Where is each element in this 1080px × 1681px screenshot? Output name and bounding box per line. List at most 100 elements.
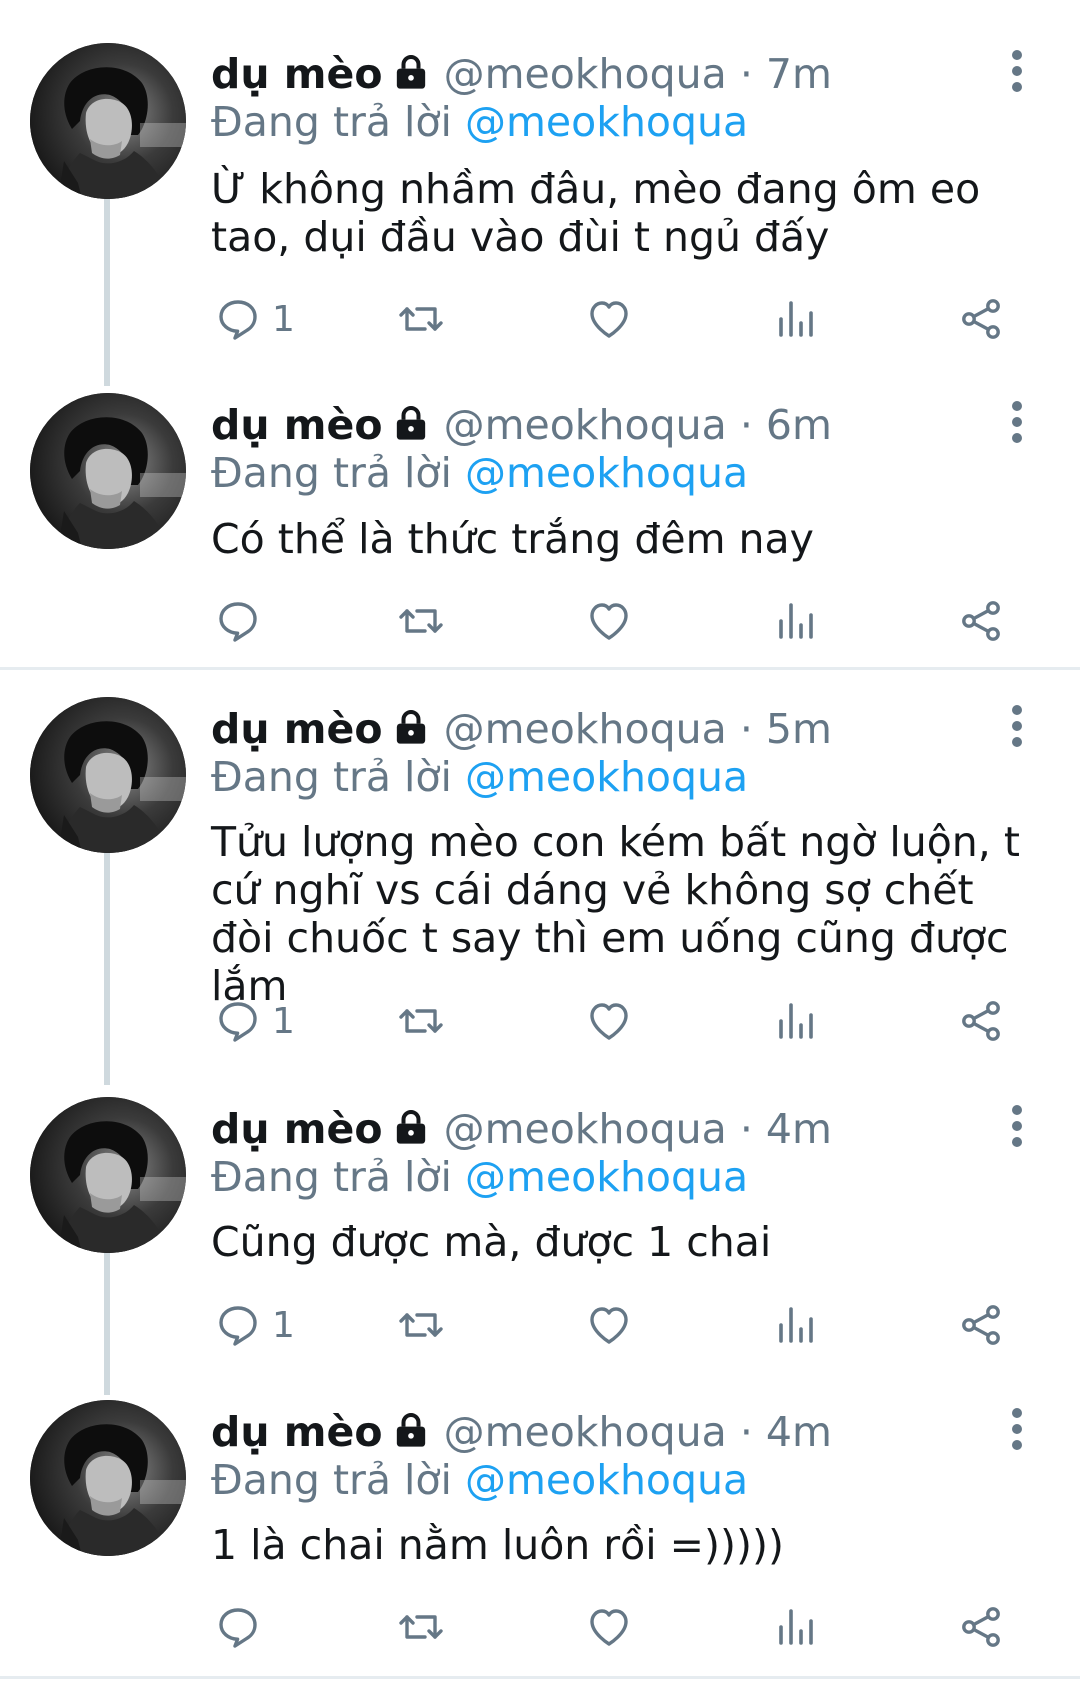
reply-button[interactable]: 1 [214,1297,295,1353]
analytics-icon [779,1307,813,1343]
like-button[interactable] [585,593,633,649]
avatar-image [30,1097,186,1253]
share-button[interactable] [957,1297,1005,1353]
reply-icon [219,1608,257,1648]
thread-line [104,853,110,1085]
analytics-button[interactable] [771,993,819,1049]
thread-line [104,196,110,386]
tweet-header: dụ mèo @meokhoqua · 4m [211,1105,832,1153]
share-button[interactable] [957,593,1005,649]
more-vertical-icon[interactable] [1005,401,1029,449]
retweet-icon [399,1615,443,1639]
timestamp[interactable]: 5m [766,705,832,753]
timestamp[interactable]: 4m [766,1408,832,1456]
avatar[interactable] [30,43,186,199]
tweet-header: dụ mèo @meokhoqua · 6m [211,401,832,449]
replying-to: Đang trả lời @meokhoqua [211,98,748,146]
thread-line [104,1253,110,1395]
reply-icon [219,1002,257,1042]
tweet-text: 1 là chai nằm luôn rồi =))))) [211,1521,784,1569]
user-handle[interactable]: @meokhoqua [444,50,727,98]
mention-link[interactable]: @meokhoqua [465,1456,748,1504]
mention-link[interactable]: @meokhoqua [465,449,748,497]
reply-button[interactable] [214,593,272,649]
display-name[interactable]: dụ mèo [211,1105,383,1153]
tweet-header: dụ mèo @meokhoqua · 4m [211,1408,832,1456]
more-vertical-icon[interactable] [1005,1408,1029,1456]
analytics-button[interactable] [771,291,819,347]
mention-link[interactable]: @meokhoqua [465,753,748,801]
replying-to-label: Đang trả lời [211,753,452,801]
user-handle[interactable]: @meokhoqua [444,1105,727,1153]
user-handle[interactable]: @meokhoqua [444,1408,727,1456]
avatar[interactable] [30,1400,186,1556]
like-button[interactable] [585,1599,633,1655]
retweet-button[interactable] [397,593,445,649]
retweet-icon [399,1009,443,1033]
lock-icon [396,55,425,89]
analytics-icon [779,1003,813,1039]
heart-icon [590,1307,628,1344]
more-vertical-icon[interactable] [1005,50,1029,98]
separator-dot: · [739,50,753,98]
share-button[interactable] [957,291,1005,347]
display-name[interactable]: dụ mèo [211,401,383,449]
user-handle[interactable]: @meokhoqua [444,705,727,753]
analytics-button[interactable] [771,1599,819,1655]
avatar[interactable] [30,393,186,549]
avatar[interactable] [30,697,186,853]
replying-to-label: Đang trả lời [211,1153,452,1201]
lock-icon [396,1110,425,1144]
share-icon [962,1607,1000,1647]
share-button[interactable] [957,993,1005,1049]
heart-icon [590,1609,628,1646]
reply-button[interactable]: 1 [214,993,295,1049]
lock-icon [396,710,425,744]
tweet-header: dụ mèo @meokhoqua · 5m [211,705,832,753]
lock-icon [391,403,431,443]
retweet-icon [399,1313,443,1337]
separator-dot: · [739,1105,753,1153]
lock-icon [391,707,431,747]
retweet-button[interactable] [397,993,445,1049]
retweet-button[interactable] [397,291,445,347]
tweet-text: Ừ không nhầm đâu, mèo đang ôm eo tao, dụ… [211,165,981,261]
timestamp[interactable]: 7m [766,50,832,98]
separator-dot: · [739,1408,753,1456]
mention-link[interactable]: @meokhoqua [465,98,748,146]
display-name[interactable]: dụ mèo [211,705,383,753]
analytics-icon [779,301,813,337]
reply-button[interactable] [214,1599,272,1655]
mention-link[interactable]: @meokhoqua [465,1153,748,1201]
retweet-button[interactable] [397,1599,445,1655]
reply-button[interactable]: 1 [214,291,295,347]
replying-to: Đang trả lời @meokhoqua [211,1153,748,1201]
like-button[interactable] [585,993,633,1049]
separator-dot: · [739,401,753,449]
more-vertical-icon[interactable] [1005,1105,1029,1153]
retweet-button[interactable] [397,1297,445,1353]
timestamp[interactable]: 4m [766,1105,832,1153]
tweet-text: Tửu lượng mèo con kém bất ngờ luộn, t cứ… [211,818,1020,1010]
share-button[interactable] [957,1599,1005,1655]
reply-icon [219,602,257,642]
display-name[interactable]: dụ mèo [211,50,383,98]
user-handle[interactable]: @meokhoqua [444,401,727,449]
share-icon [962,1305,1000,1345]
display-name[interactable]: dụ mèo [211,1408,383,1456]
more-vertical-icon[interactable] [1005,705,1029,753]
tweet-text: Có thể là thức trắng đêm nay [211,515,814,563]
replying-to-label: Đang trả lời [211,98,452,146]
analytics-button[interactable] [771,593,819,649]
replying-to-label: Đang trả lời [211,1456,452,1504]
analytics-button[interactable] [771,1297,819,1353]
reply-count: 1 [272,1000,295,1042]
heart-icon [590,1003,628,1040]
like-button[interactable] [585,1297,633,1353]
analytics-icon [779,1609,813,1645]
heart-icon [590,603,628,640]
like-button[interactable] [585,291,633,347]
share-icon [962,1001,1000,1041]
avatar[interactable] [30,1097,186,1253]
timestamp[interactable]: 6m [766,401,832,449]
